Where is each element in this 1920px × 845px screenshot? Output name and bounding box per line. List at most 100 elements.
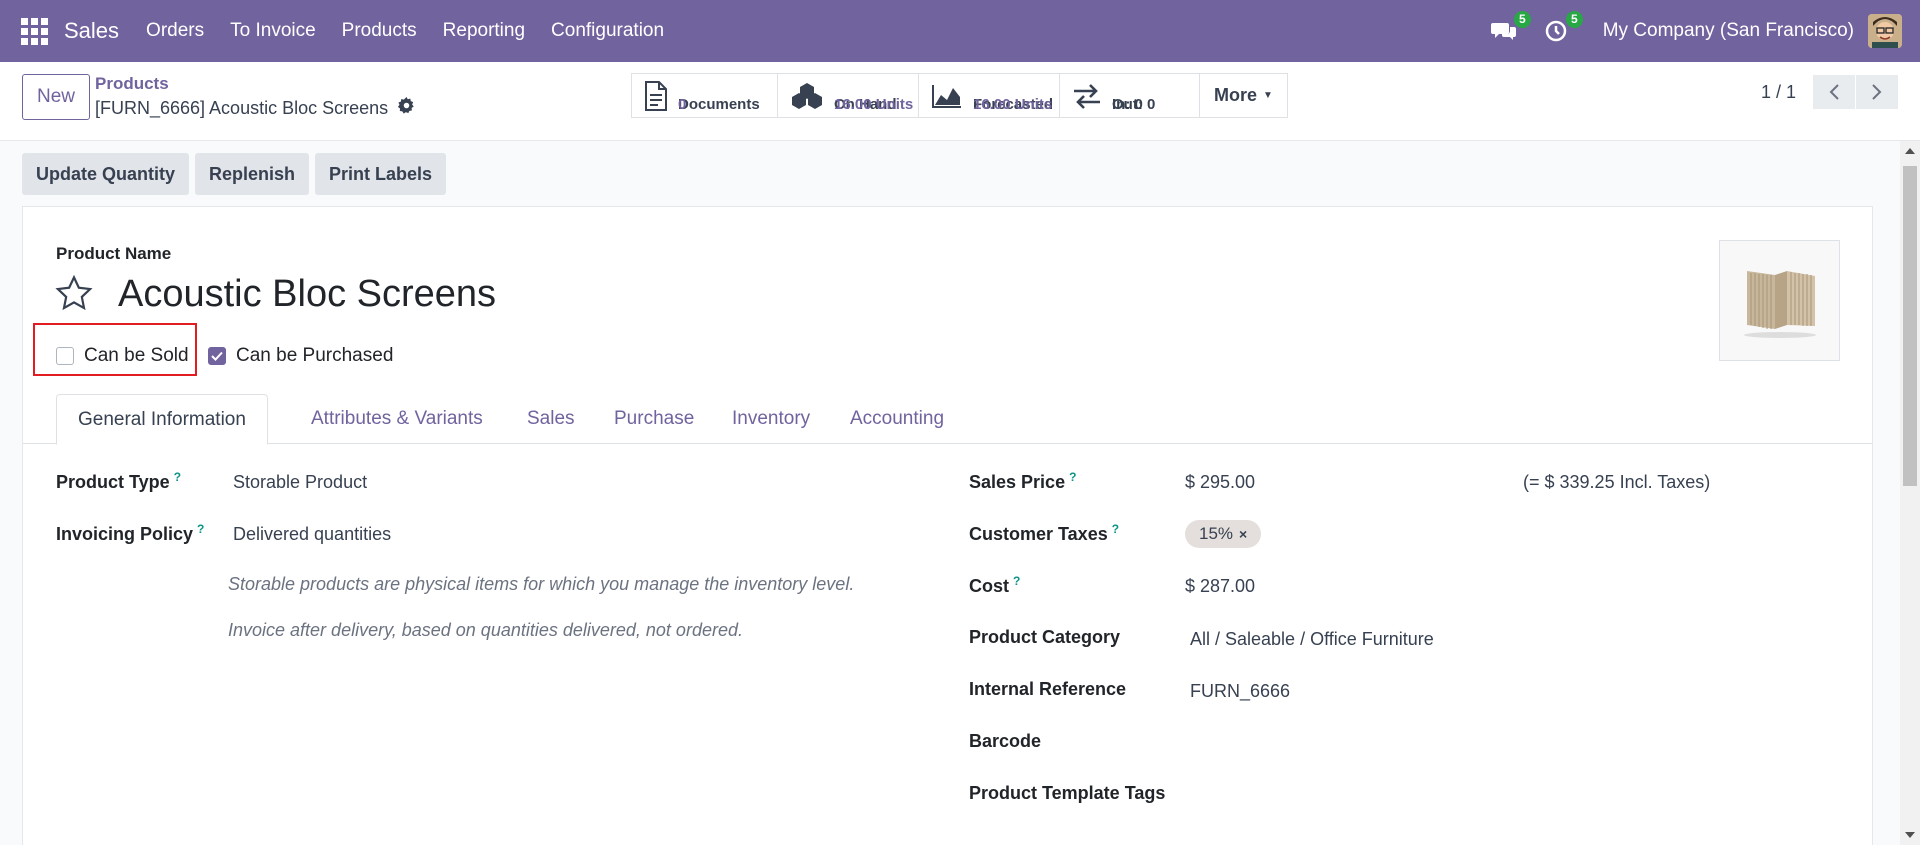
activities-button[interactable]: 5: [1541, 11, 1583, 46]
sales-price-field[interactable]: $ 295.00: [1185, 472, 1255, 493]
barcode-label: Barcode: [969, 731, 1042, 751]
tab-sales[interactable]: Sales: [506, 394, 596, 444]
menu-reporting[interactable]: Reporting: [430, 20, 538, 42]
product-category-field[interactable]: All / Saleable / Office Furniture: [1190, 629, 1434, 650]
help-tooltip-icon[interactable]: ?: [1013, 574, 1020, 588]
price-incl-taxes: (= $ 339.25 Incl. Taxes): [1523, 472, 1711, 492]
product-name-label: Product Name: [56, 244, 172, 263]
can-be-sold-checkbox[interactable]: [56, 347, 74, 365]
product-type-field[interactable]: Storable Product: [233, 472, 367, 493]
invoicing-policy-label: Invoicing Policy?: [56, 522, 205, 544]
apps-menu-icon[interactable]: [20, 17, 48, 45]
scroll-thumb[interactable]: [1903, 166, 1917, 486]
help-tooltip-icon[interactable]: ?: [174, 470, 181, 484]
product-type-help-text: Storable products are physical items for…: [228, 574, 855, 594]
can-be-purchased-label: Can be Purchased: [236, 345, 394, 366]
messages-count-badge: 5: [1514, 11, 1531, 28]
scroll-down-arrow[interactable]: [1905, 832, 1915, 838]
forecasted-value: 16.00 Units: [973, 95, 1053, 113]
pager-next-button[interactable]: [1856, 75, 1898, 109]
product-name-field[interactable]: Acoustic Bloc Screens: [118, 273, 496, 316]
tab-accounting[interactable]: Accounting: [829, 394, 965, 444]
product-category-label: Product Category: [969, 627, 1121, 647]
customer-tax-tag: 15% ×: [1185, 520, 1262, 548]
help-tooltip-icon[interactable]: ?: [1112, 522, 1119, 536]
more-label: More: [1214, 85, 1258, 105]
chat-icon: [1490, 23, 1516, 40]
activities-count-badge: 5: [1566, 11, 1583, 28]
cost-field[interactable]: $ 287.00: [1185, 576, 1255, 597]
main-menu: Orders To Invoice Products Reporting Con…: [133, 20, 677, 42]
menu-to-invoice[interactable]: To Invoice: [217, 20, 329, 42]
tab-attributes-variants[interactable]: Attributes & Variants: [290, 394, 504, 444]
internal-reference-field[interactable]: FURN_6666: [1190, 681, 1290, 702]
more-smart-buttons-dropdown[interactable]: More ▼: [1200, 74, 1287, 117]
caret-down-icon: ▼: [1263, 90, 1273, 101]
can-be-sold-toggle[interactable]: Can be Sold: [56, 345, 189, 367]
pager: 1 / 1: [1761, 75, 1898, 109]
customer-taxes-label: Customer Taxes?: [969, 522, 1120, 544]
menu-orders[interactable]: Orders: [133, 20, 217, 42]
scroll-up-arrow[interactable]: [1905, 148, 1915, 154]
documents-label: Documents: [678, 95, 760, 113]
can-be-purchased-checkbox[interactable]: [208, 347, 226, 365]
documents-count: 0: [678, 95, 687, 113]
form-notebook-tabs: General Information Attributes & Variant…: [23, 394, 1872, 445]
checkmark-icon: [211, 351, 223, 361]
new-button[interactable]: New: [22, 74, 91, 120]
app-name[interactable]: Sales: [64, 18, 119, 44]
breadcrumb-products[interactable]: Products: [95, 74, 169, 94]
documents-smart-button[interactable]: Documents 0: [632, 74, 778, 117]
cost-label: Cost?: [969, 574, 1021, 596]
in-out-smart-button[interactable]: In: 0 Out: 0: [1060, 74, 1200, 117]
product-type-label: Product Type?: [56, 470, 182, 492]
on-hand-smart-button[interactable]: On Hand 16.00 Units: [778, 74, 919, 117]
form-sheet: Product Name Acoustic Bloc Screens Can b…: [22, 206, 1873, 845]
help-tooltip-icon[interactable]: ?: [1069, 470, 1076, 484]
navbar-systray: 5 5 My Company (San Francisco): [1489, 0, 1920, 62]
pager-value[interactable]: 1 / 1: [1761, 82, 1796, 103]
document-icon: [644, 80, 668, 111]
exchange-icon: [1072, 83, 1102, 109]
out-count: Out: 0: [1112, 95, 1156, 113]
chevron-left-icon: [1829, 84, 1839, 100]
favorite-star-icon[interactable]: [55, 274, 93, 316]
remove-tag-icon[interactable]: ×: [1239, 526, 1247, 542]
tax-tag-label: 15%: [1199, 524, 1234, 543]
replenish-button[interactable]: Replenish: [195, 153, 310, 195]
record-title: [FURN_6666] Acoustic Bloc Screens: [95, 97, 389, 118]
control-panel: New Products [FURN_6666] Acoustic Bloc S…: [0, 62, 1920, 141]
menu-configuration[interactable]: Configuration: [538, 20, 677, 42]
internal-reference-label: Internal Reference: [969, 679, 1127, 699]
tab-inventory[interactable]: Inventory: [711, 394, 831, 444]
tab-general-information[interactable]: General Information: [56, 394, 268, 445]
product-image[interactable]: [1719, 240, 1840, 361]
area-chart-icon: [931, 83, 963, 109]
breadcrumb-current-record: [FURN_6666] Acoustic Bloc Screens: [95, 97, 415, 119]
product-template-tags-label: Product Template Tags: [969, 783, 1166, 803]
messages-button[interactable]: 5: [1489, 11, 1531, 46]
clock-icon: [1545, 20, 1566, 42]
can-be-purchased-toggle[interactable]: Can be Purchased: [208, 345, 393, 367]
can-be-sold-label: Can be Sold: [84, 345, 189, 366]
chevron-right-icon: [1872, 84, 1882, 100]
top-navbar: Sales Orders To Invoice Products Reporti…: [0, 0, 1920, 62]
sales-price-label: Sales Price?: [969, 470, 1077, 492]
menu-products[interactable]: Products: [329, 20, 430, 42]
pager-previous-button[interactable]: [1813, 75, 1855, 109]
invoicing-policy-field[interactable]: Delivered quantities: [233, 524, 391, 545]
page-scrollbar[interactable]: [1900, 141, 1920, 845]
smart-buttons: Documents 0 On Hand 16.00 Units Forecast…: [631, 73, 1288, 118]
cubes-icon: [790, 82, 824, 110]
help-tooltip-icon[interactable]: ?: [197, 522, 204, 536]
print-labels-button[interactable]: Print Labels: [315, 153, 447, 195]
tab-purchase[interactable]: Purchase: [593, 394, 715, 444]
update-quantity-button[interactable]: Update Quantity: [22, 153, 190, 195]
gear-icon[interactable]: [398, 97, 415, 119]
form-action-bar: Update Quantity Replenish Print Labels: [22, 153, 452, 195]
company-switcher[interactable]: My Company (San Francisco): [1603, 20, 1854, 42]
user-avatar[interactable]: [1868, 14, 1902, 48]
on-hand-value: 16.00 Units: [834, 95, 914, 113]
forecasted-smart-button[interactable]: Forecasted 16.00 Units: [919, 74, 1060, 117]
invoicing-policy-help-text: Invoice after delivery, based on quantit…: [228, 620, 743, 640]
